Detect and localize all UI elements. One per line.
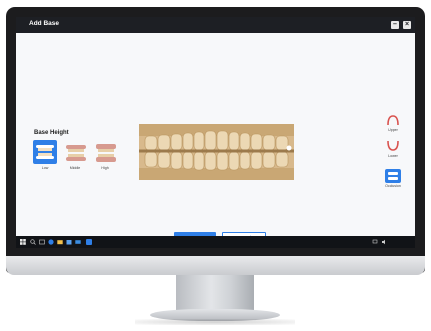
base-height-label: Base Height	[34, 130, 69, 136]
folder-icon[interactable]	[57, 239, 63, 245]
main-content: Base Height Low Middle High Upper Lower …	[16, 33, 415, 244]
start-icon[interactable]	[20, 239, 26, 245]
upper-view-button[interactable]	[385, 113, 401, 127]
upper-arch-icon	[387, 115, 399, 126]
window-title: Add Base	[29, 20, 59, 27]
close-icon: ×	[404, 21, 410, 28]
screen: Add Base – × Base Height Low Middle High…	[16, 17, 415, 248]
close-button[interactable]: ×	[403, 21, 411, 29]
option-label-low: Low	[41, 166, 49, 170]
edge-icon[interactable]	[48, 239, 54, 245]
option-label-middle: Middle	[69, 166, 81, 170]
task-view-icon[interactable]	[39, 239, 45, 245]
taskbar	[16, 236, 415, 248]
view-label-upper: Upper	[388, 128, 398, 132]
mail-icon[interactable]	[75, 239, 81, 245]
middle-base-icon	[66, 145, 86, 161]
option-label-high: High	[101, 166, 109, 170]
view-label-occlusion: Occlusion	[385, 184, 401, 188]
occlusion-view-button[interactable]	[385, 169, 401, 183]
occlusion-icon	[388, 172, 398, 180]
low-base-icon	[36, 145, 54, 159]
view-label-lower: Lower	[388, 154, 398, 158]
base-height-option-middle[interactable]	[63, 140, 87, 164]
lower-view-button[interactable]	[385, 139, 401, 153]
title-bar: Add Base – ×	[16, 17, 415, 33]
store-icon[interactable]	[66, 239, 72, 245]
minimize-icon: –	[393, 21, 397, 28]
monitor-chin	[6, 256, 425, 275]
network-icon[interactable]	[372, 239, 378, 245]
lower-arch-icon	[387, 140, 399, 151]
base-height-option-low[interactable]	[33, 140, 57, 164]
stand-shadow	[135, 319, 295, 325]
high-base-icon	[96, 144, 116, 162]
monitor-stand	[176, 275, 254, 312]
minimize-button[interactable]: –	[391, 21, 399, 29]
app-icon[interactable]	[86, 239, 92, 245]
dental-scan-3d-model[interactable]	[139, 124, 294, 180]
base-height-option-high[interactable]	[93, 140, 117, 164]
search-icon[interactable]	[30, 239, 36, 245]
volume-icon[interactable]	[381, 239, 387, 245]
